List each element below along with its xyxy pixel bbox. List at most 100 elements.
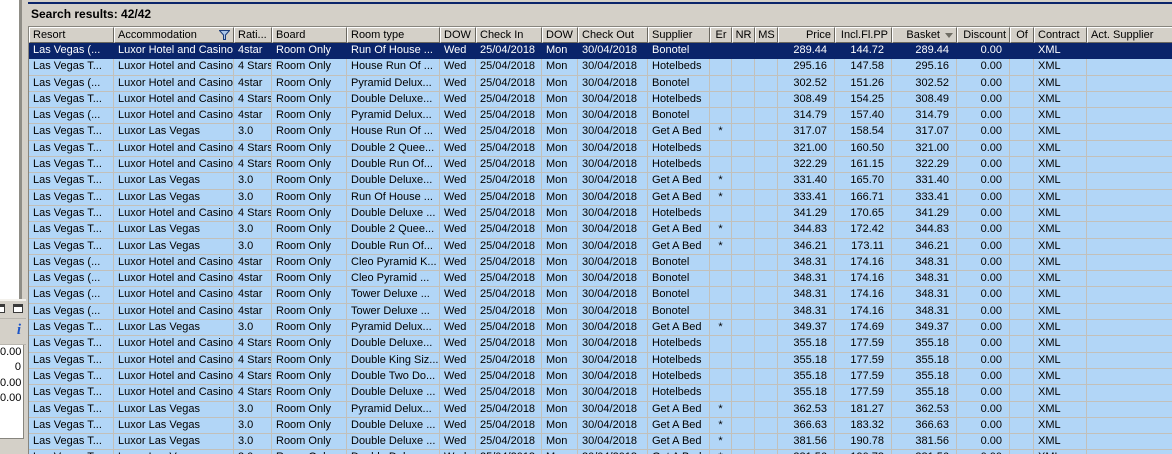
cell-nr [732, 75, 755, 92]
table-row[interactable]: Las Vegas (... Luxor Hotel and Casino 4sta… [29, 303, 1172, 321]
cell-incl_fl_pp: 144.72 [835, 43, 892, 60]
table-row[interactable]: Las Vegas T... Luxor Hotel and Casino 4 St… [29, 205, 1172, 223]
table-row[interactable]: Las Vegas T...Luxor Las Vegas3.0Room Onl… [29, 417, 1172, 435]
table-row[interactable]: Las Vegas T...Luxor Las Vegas3.0Room Onl… [29, 124, 1172, 141]
table-row-selected[interactable]: Las Vegas (... Luxor Hotel and Casino 4sta… [29, 43, 1172, 60]
table-row[interactable]: Las Vegas T... Luxor Hotel and Casino 4 St… [29, 59, 1172, 76]
cell-nr [732, 303, 755, 321]
cell-dow_out: Mon [542, 352, 578, 369]
table-row[interactable]: Las Vegas (... Luxor Hotel and Casino 4sta… [29, 108, 1172, 125]
table-row[interactable]: Las Vegas T... Luxor Hotel and Casino 4 St… [29, 352, 1172, 369]
cell-supplier: Get A Bed [648, 189, 710, 206]
table-row[interactable]: Las Vegas T...Luxor Las Vegas3.0Room Onl… [29, 450, 1172, 454]
cell-check_in: 25/04/2018 [476, 205, 542, 223]
dock-icon[interactable] [0, 304, 5, 313]
table-row[interactable]: Las Vegas T... Luxor Hotel and Casino 4 St… [29, 385, 1172, 402]
column-header-er[interactable]: Er [710, 27, 732, 43]
column-header-contract[interactable]: Contract [1034, 27, 1087, 43]
cell-room_type: Double Deluxe... [347, 91, 440, 109]
cell-dow_in: Wed [440, 222, 476, 239]
cell-discount: 0.00 [957, 59, 1010, 76]
cell-check_out: 30/04/2018 [578, 205, 648, 223]
table-row[interactable]: Las Vegas (... Luxor Hotel and Casino 4sta… [29, 287, 1172, 304]
cell-act_supplier [1087, 434, 1172, 451]
cell-act_supplier [1087, 320, 1172, 337]
cell-ms [755, 205, 778, 223]
column-header-check_out[interactable]: Check Out [578, 27, 648, 43]
table-row[interactable]: Las Vegas T... Luxor Hotel and Casino 4 St… [29, 157, 1172, 174]
cell-resort: Las Vegas T... [29, 124, 114, 141]
cell-basket: 366.63 [892, 417, 957, 435]
summary-value: 0.00 [0, 392, 22, 405]
table-row[interactable]: Las Vegas T... Luxor Hotel and Casino 4 St… [29, 368, 1172, 386]
column-header-ms[interactable]: MS [755, 27, 778, 43]
column-header-nr[interactable]: NR [732, 27, 755, 43]
cell-of [1010, 222, 1034, 239]
cell-price: 317.07 [778, 124, 835, 141]
cell-of [1010, 336, 1034, 353]
cell-basket: 341.29 [892, 205, 957, 223]
column-header-dow_in[interactable]: DOW [440, 27, 476, 43]
column-header-basket[interactable]: Basket [892, 27, 957, 43]
column-header-act_supplier[interactable]: Act. Supplier [1087, 27, 1172, 43]
cell-resort: Las Vegas (... [29, 287, 114, 304]
column-header-room_type[interactable]: Room type [347, 27, 440, 43]
table-row[interactable]: Las Vegas T...Luxor Las Vegas3.0Room Onl… [29, 189, 1172, 206]
cell-resort: Las Vegas (... [29, 108, 114, 125]
table-row[interactable]: Las Vegas T...Luxor Las Vegas3.0Room Onl… [29, 238, 1172, 255]
cell-room_type: Double 2 Quee... [347, 222, 440, 239]
table-row[interactable]: Las Vegas T...Luxor Las Vegas3.0Room Onl… [29, 434, 1172, 451]
cell-rating: 4star [234, 287, 272, 304]
cell-contract: XML [1034, 173, 1087, 190]
column-header-discount[interactable]: Discount [957, 27, 1010, 43]
cell-resort: Las Vegas T... [29, 368, 114, 386]
filter-funnel-icon[interactable] [219, 30, 230, 40]
cell-discount: 0.00 [957, 157, 1010, 174]
restore-window-icon[interactable] [13, 304, 23, 313]
cell-check_in: 25/04/2018 [476, 401, 542, 418]
table-row[interactable]: Las Vegas T...Luxor Las Vegas3.0Room Onl… [29, 173, 1172, 190]
column-header-dow_out[interactable]: DOW [542, 27, 578, 43]
cell-dow_out: Mon [542, 303, 578, 321]
cell-room_type: Double Run Of... [347, 157, 440, 174]
column-header-incl_fl_pp[interactable]: Incl.Fl.PP [835, 27, 892, 43]
cell-accommodation: Luxor Hotel and Casino [114, 75, 234, 92]
cell-resort: Las Vegas T... [29, 189, 114, 206]
column-header-board[interactable]: Board [272, 27, 347, 43]
info-icon[interactable]: i [17, 322, 21, 339]
table-row[interactable]: Las Vegas T...Luxor Las Vegas3.0Room Onl… [29, 320, 1172, 337]
column-header-price[interactable]: Price [778, 27, 835, 43]
table-row[interactable]: Las Vegas T... Luxor Hotel and Casino 4 St… [29, 336, 1172, 353]
table-row[interactable]: Las Vegas (... Luxor Hotel and Casino 4sta… [29, 75, 1172, 92]
cell-check_in: 25/04/2018 [476, 320, 542, 337]
column-header-check_in[interactable]: Check In [476, 27, 542, 43]
cell-of [1010, 303, 1034, 321]
cell-board: Room Only [272, 385, 347, 402]
cell-dow_out: Mon [542, 91, 578, 109]
cell-nr [732, 434, 755, 451]
table-row[interactable]: Las Vegas T... Luxor Hotel and Casino 4 St… [29, 91, 1172, 109]
cell-board: Room Only [272, 434, 347, 451]
cell-of [1010, 124, 1034, 141]
cell-price: 348.31 [778, 254, 835, 272]
cell-check_out: 30/04/2018 [578, 287, 648, 304]
table-row[interactable]: Las Vegas T...Luxor Las Vegas3.0Room Onl… [29, 222, 1172, 239]
table-row[interactable]: Las Vegas (... Luxor Hotel and Casino 4sta… [29, 271, 1172, 288]
cell-ms [755, 303, 778, 321]
cell-check_in: 25/04/2018 [476, 157, 542, 174]
column-header-supplier[interactable]: Supplier [648, 27, 710, 43]
column-header-accommodation[interactable]: Accommodation [114, 27, 234, 43]
cell-er [710, 205, 732, 223]
cell-contract: XML [1034, 352, 1087, 369]
column-header-rating[interactable]: Rati... [234, 27, 272, 43]
cell-dow_in: Wed [440, 287, 476, 304]
table-row[interactable]: Las Vegas T...Luxor Las Vegas3.0Room Onl… [29, 401, 1172, 418]
table-row[interactable]: Las Vegas T... Luxor Hotel and Casino 4 St… [29, 140, 1172, 158]
column-header-label: Resort [33, 29, 66, 41]
cell-er: * [710, 434, 732, 451]
column-header-resort[interactable]: Resort [29, 27, 114, 43]
column-header-of[interactable]: Of [1010, 27, 1034, 43]
cell-accommodation: Luxor Hotel and Casino [114, 43, 234, 60]
cell-incl_fl_pp: 174.16 [835, 287, 892, 304]
table-row[interactable]: Las Vegas (... Luxor Hotel and Casino 4sta… [29, 254, 1172, 272]
